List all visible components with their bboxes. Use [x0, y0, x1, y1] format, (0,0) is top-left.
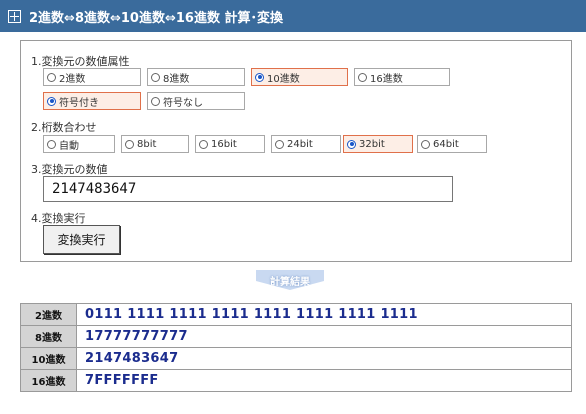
radio-icon — [199, 139, 208, 149]
result-badge: 計算結果 — [256, 270, 324, 290]
radio-digits-32bit[interactable]: 32bit — [343, 135, 413, 153]
option-label: 16bit — [211, 138, 237, 150]
result-label-bin: 2進数 — [20, 303, 77, 326]
conversion-form: 1.変換元の数値属性 2進数 8進数 10進数 16進数 符号付き 符号なし 2… — [20, 40, 572, 262]
value-input[interactable] — [43, 176, 453, 202]
radio-icon — [47, 72, 56, 82]
radio-unsigned[interactable]: 符号なし — [147, 92, 245, 110]
table-row: 16進数 7FFFFFFF — [20, 369, 572, 392]
option-label: 24bit — [287, 138, 313, 150]
radio-icon — [255, 72, 264, 82]
table-row: 10進数 2147483647 — [20, 347, 572, 370]
result-value-hex: 7FFFFFFF — [76, 369, 572, 392]
title-bar: 2進数⇔8進数⇔10進数⇔16進数 計算･変換 — [0, 0, 586, 32]
table-row: 8進数 17777777777 — [20, 325, 572, 348]
attr-section-label: 1.変換元の数値属性 — [31, 55, 130, 68]
option-label: 符号なし — [163, 97, 203, 109]
radio-base-8[interactable]: 8進数 — [147, 68, 245, 86]
table-row: 2進数 0111 1111 1111 1111 1111 1111 1111 1… — [20, 303, 572, 326]
result-label-oct: 8進数 — [20, 325, 77, 348]
option-label: 自動 — [59, 140, 79, 152]
radio-icon — [47, 96, 56, 106]
option-label: 8bit — [137, 138, 157, 150]
radio-digits-8bit[interactable]: 8bit — [121, 135, 189, 153]
exec-section-label: 4.変換実行 — [31, 212, 86, 225]
radio-base-2[interactable]: 2進数 — [43, 68, 141, 86]
radio-digits-24bit[interactable]: 24bit — [271, 135, 341, 153]
radio-digits-64bit[interactable]: 64bit — [417, 135, 487, 153]
radio-icon — [358, 72, 367, 82]
radio-icon — [47, 139, 56, 149]
result-table: 2進数 0111 1111 1111 1111 1111 1111 1111 1… — [20, 303, 572, 392]
page-title: 2進数⇔8進数⇔10進数⇔16進数 計算･変換 — [29, 10, 283, 26]
option-label: 64bit — [433, 138, 459, 150]
radio-signed[interactable]: 符号付き — [43, 92, 141, 110]
calculator-icon — [8, 9, 21, 23]
radio-base-16[interactable]: 16進数 — [354, 68, 450, 86]
radio-digits-auto[interactable]: 自動 — [43, 135, 115, 153]
option-label: 16進数 — [370, 73, 403, 85]
radio-icon — [275, 139, 284, 149]
option-label: 8進数 — [163, 73, 190, 85]
option-label: 2進数 — [59, 73, 86, 85]
result-label-hex: 16進数 — [20, 369, 77, 392]
digits-section-label: 2.桁数合わせ — [31, 121, 97, 134]
radio-icon — [421, 139, 430, 149]
option-label: 符号付き — [59, 97, 99, 109]
result-value-bin: 0111 1111 1111 1111 1111 1111 1111 1111 — [76, 303, 572, 326]
option-label: 32bit — [359, 138, 385, 150]
radio-icon — [151, 72, 160, 82]
result-label-dec: 10進数 — [20, 347, 77, 370]
result-value-oct: 17777777777 — [76, 325, 572, 348]
convert-button[interactable]: 変換実行 — [43, 225, 120, 254]
radio-base-10[interactable]: 10進数 — [251, 68, 348, 86]
radio-icon — [347, 139, 356, 149]
radio-icon — [151, 96, 160, 106]
result-value-dec: 2147483647 — [76, 347, 572, 370]
value-section-label: 3.変換元の数値 — [31, 163, 108, 176]
option-label: 10進数 — [267, 73, 300, 85]
radio-digits-16bit[interactable]: 16bit — [195, 135, 265, 153]
radio-icon — [125, 139, 134, 149]
